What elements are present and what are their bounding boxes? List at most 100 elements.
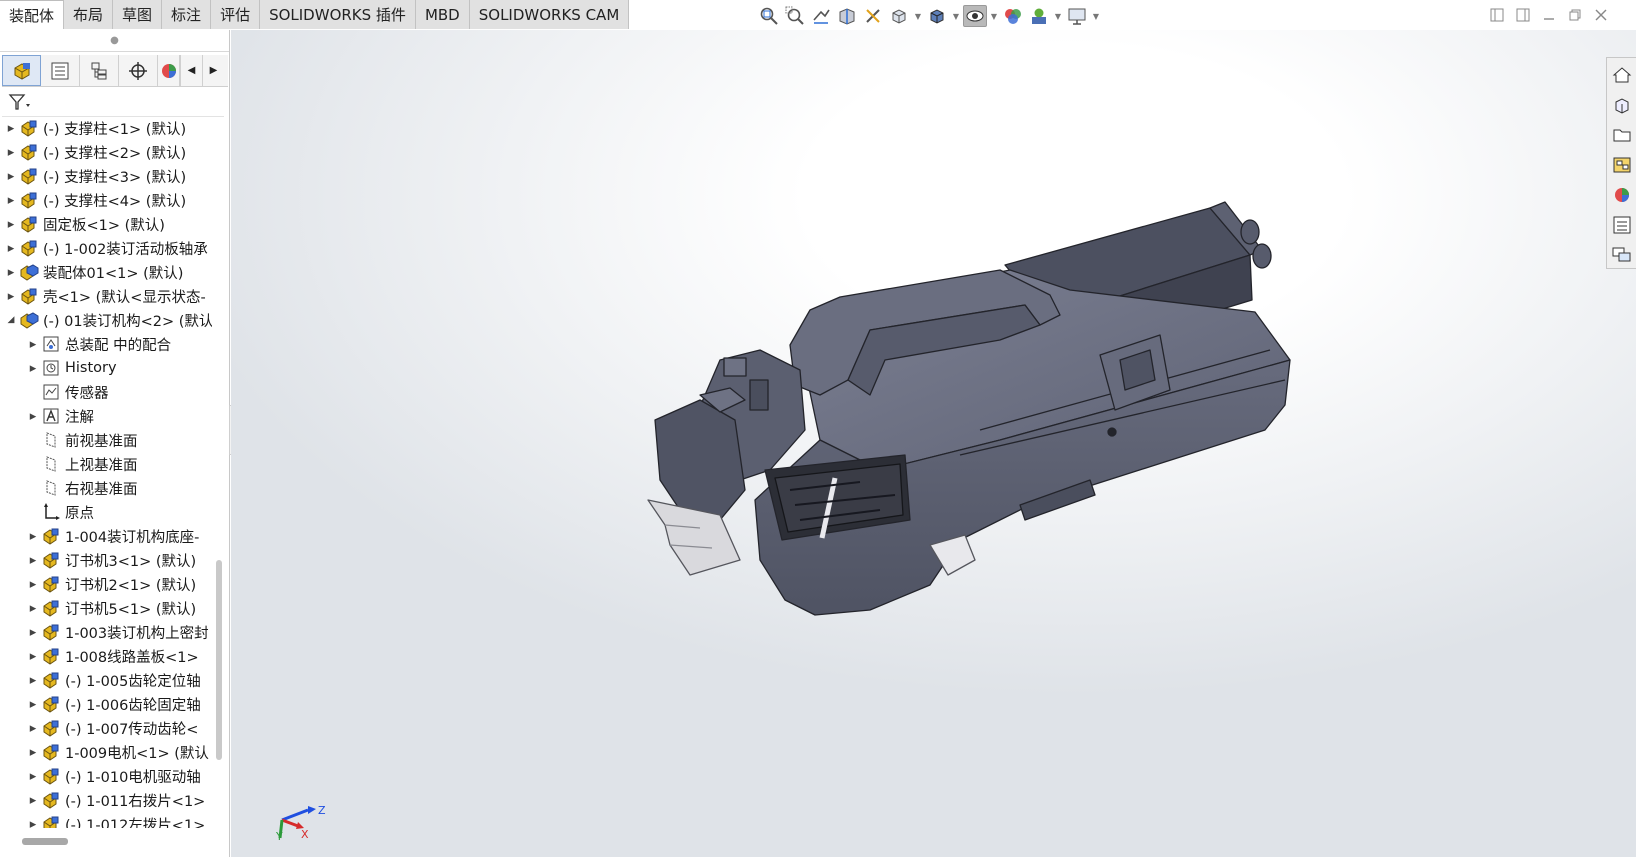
tree-item[interactable]: ▸ (-) 1-002装订活动板轴承 [0,236,212,260]
tree-item[interactable]: ▸ 订书机5<1> (默认) [0,596,212,620]
chevron-right-icon[interactable]: ▸ [4,236,18,260]
tree-item[interactable]: 原点 [0,500,212,524]
tree-item[interactable]: ▸ (-) 支撑柱<1> (默认) [0,116,212,140]
chevron-right-icon[interactable]: ▸ [26,716,40,740]
tree-vertical-scrollbar[interactable] [216,560,222,760]
zoom-to-fit-icon[interactable] [757,5,781,27]
configurationmanager-tab[interactable] [80,55,119,86]
solidworks-resources-icon[interactable] [1610,62,1634,87]
tree-item[interactable]: ▸ 固定板<1> (默认) [0,212,212,236]
tree-item[interactable]: ▸ (-) 1-010电机驱动轴 [0,764,212,788]
tree-item[interactable]: ▸ (-) 支撑柱<2> (默认) [0,140,212,164]
chevron-right-icon[interactable]: ▸ [4,164,18,188]
chevron-right-icon[interactable]: ▸ [4,140,18,164]
hide-show-items-icon[interactable] [963,5,987,27]
tree-filter[interactable] [2,87,224,117]
chevron-right-icon[interactable]: ▸ [26,788,40,812]
design-library-icon[interactable] [1610,92,1634,117]
section-view-icon[interactable] [835,5,859,27]
chevron-right-icon[interactable]: ▸ [26,572,40,596]
tree-item[interactable]: ▸ (-) 1-005齿轮定位轴 [0,668,212,692]
chevron-down-icon[interactable]: ◢ [4,308,18,332]
tile-right-icon[interactable] [1514,6,1532,24]
tree-item[interactable]: ▸ (-) 1-012左拨片<1> [0,812,212,828]
tree-item[interactable]: ◢ (-) 01装订机构<2> (默认 [0,308,212,332]
display-style-icon[interactable] [925,5,949,27]
tree-item[interactable]: ▸ 壳<1> (默认<显示状态- [0,284,212,308]
tab-1[interactable]: 布局 [64,0,114,29]
tree-item[interactable]: ▸ (-) 1-011右拨片<1> [0,788,212,812]
tab-7[interactable]: SOLIDWORKS CAM [469,0,630,29]
chevron-right-icon[interactable]: ▸ [26,668,40,692]
tab-5[interactable]: SOLIDWORKS 插件 [260,0,416,29]
view-settings-icon[interactable] [1065,5,1089,27]
propertymanager-tab[interactable] [41,55,80,86]
tab-3[interactable]: 标注 [162,0,212,29]
chevron-right-icon[interactable]: ▸ [4,260,18,284]
chevron-right-icon[interactable]: ▸ [26,404,40,428]
tree-item[interactable]: ▸ 装配体01<1> (默认) [0,260,212,284]
tab-scroll-right-icon[interactable]: ▶ [202,55,224,86]
restore-icon[interactable] [1566,6,1584,24]
apply-scene-icon[interactable] [1027,5,1051,27]
tree-item[interactable]: ▸ (-) 支撑柱<3> (默认) [0,164,212,188]
chevron-right-icon[interactable]: ▸ [26,692,40,716]
graphics-area[interactable]: Z X Y [231,30,1636,857]
chevron-right-icon[interactable]: ▸ [26,524,40,548]
display-style-dropdown-icon[interactable]: ▼ [951,5,961,27]
tab-scroll-left-icon[interactable]: ◀ [180,55,202,86]
tree-item[interactable]: 传感器 [0,380,212,404]
tree-item[interactable]: 右视基准面 [0,476,212,500]
display-manager-tab[interactable] [158,55,180,86]
tab-0[interactable]: 装配体 [0,0,65,29]
featuremanager-tab[interactable] [2,55,41,86]
tree-item[interactable]: ▸ History [0,356,212,380]
apply-scene-dropdown-icon[interactable]: ▼ [1053,5,1063,27]
chevron-right-icon[interactable]: ▸ [26,620,40,644]
tree-item[interactable]: ▸ 1-004装订机构底座- [0,524,212,548]
tree-item[interactable]: 上视基准面 [0,452,212,476]
edit-appearance-icon[interactable] [1001,5,1025,27]
chevron-right-icon[interactable]: ▸ [26,356,40,380]
appearances-icon[interactable] [1610,182,1634,207]
chevron-right-icon[interactable]: ▸ [4,284,18,308]
view-orientation-dropdown-icon[interactable]: ▼ [913,5,923,27]
tab-2[interactable]: 草图 [113,0,163,29]
view-palette-icon[interactable] [1610,152,1634,177]
chevron-right-icon[interactable]: ▸ [4,188,18,212]
chevron-right-icon[interactable]: ▸ [26,596,40,620]
hide-show-dropdown-icon[interactable]: ▼ [989,5,999,27]
previous-view-icon[interactable] [809,5,833,27]
custom-properties-icon[interactable] [1610,212,1634,237]
tree-item[interactable]: ▸ 1-009电机<1> (默认 [0,740,212,764]
chevron-right-icon[interactable]: ▸ [4,116,18,140]
view-settings-dropdown-icon[interactable]: ▼ [1091,5,1101,27]
tree-item[interactable]: 前视基准面 [0,428,212,452]
dynamic-annotation-icon[interactable] [861,5,885,27]
tree-item[interactable]: ▸ 订书机2<1> (默认) [0,572,212,596]
tree-item[interactable]: ▸ 总装配 中的配合 [0,332,212,356]
chevron-right-icon[interactable]: ▸ [26,740,40,764]
tree-horizontal-scrollbar[interactable] [22,838,68,845]
filter-icon[interactable] [8,93,32,111]
minimize-icon[interactable] [1540,6,1558,24]
tree-item[interactable]: ▸ (-) 1-006齿轮固定轴 [0,692,212,716]
tab-6[interactable]: MBD [415,0,470,29]
tile-left-icon[interactable] [1488,6,1506,24]
chevron-right-icon[interactable]: ▸ [4,212,18,236]
stapler-assembly-model[interactable] [231,30,1636,857]
chevron-right-icon[interactable]: ▸ [26,812,40,829]
tree-item[interactable]: ▸ (-) 支撑柱<4> (默认) [0,188,212,212]
chevron-right-icon[interactable]: ▸ [26,764,40,788]
chevron-right-icon[interactable]: ▸ [26,644,40,668]
tree-item[interactable]: ▸ 注解 [0,404,212,428]
chevron-right-icon[interactable]: ▸ [26,548,40,572]
tree-item[interactable]: ▸ 1-003装订机构上密封 [0,620,212,644]
view-orientation-icon[interactable] [887,5,911,27]
panel-grip[interactable]: ● [0,30,229,52]
dimxpert-tab[interactable] [119,55,158,86]
chevron-right-icon[interactable]: ▸ [26,332,40,356]
tab-4[interactable]: 评估 [211,0,261,29]
zoom-to-area-icon[interactable] [783,5,807,27]
forum-icon[interactable] [1610,242,1634,267]
